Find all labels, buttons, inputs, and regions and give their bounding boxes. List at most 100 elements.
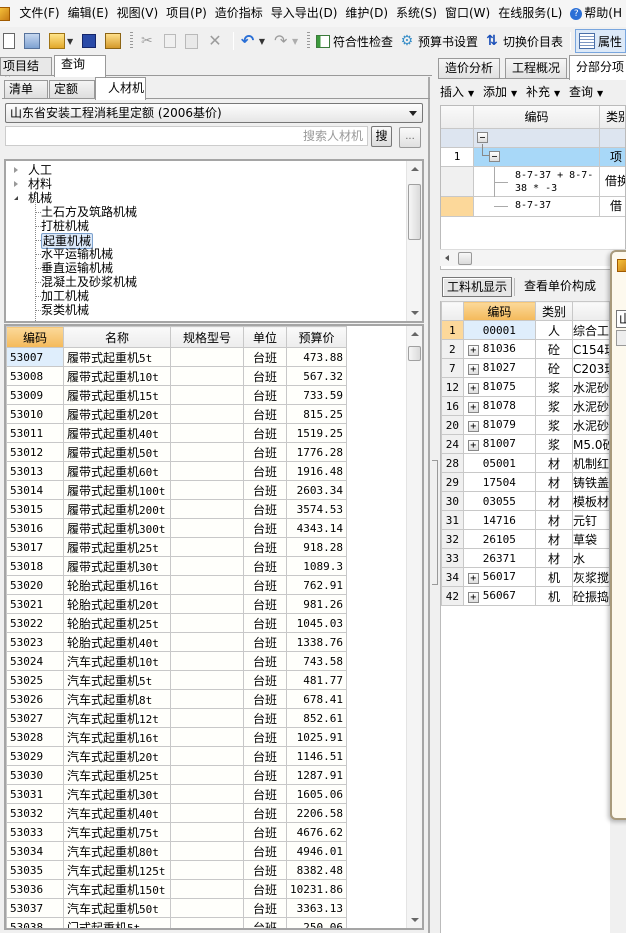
splitter-handle[interactable] (432, 460, 438, 585)
tab-project-structure[interactable]: 项目结构 (0, 57, 52, 90)
tree-scrollbar[interactable] (406, 161, 422, 321)
table-row[interactable]: 53012 履带式起重机50t 台班 1776.28 (6, 442, 347, 462)
table-row[interactable]: 31 14716 材元钉 (441, 510, 610, 530)
floating-combo[interactable]: 山 (616, 310, 626, 328)
col-unit[interactable]: 单位 (243, 326, 287, 348)
table-row[interactable]: 53015 履带式起重机200t 台班 3574.53 (6, 499, 347, 519)
collapse-icon[interactable] (477, 132, 488, 143)
more-options-button[interactable]: ... (399, 127, 421, 148)
menu-online-service[interactable]: 在线服务(L) (494, 0, 566, 27)
table-row[interactable]: 28 05001 材机制红 (441, 453, 610, 473)
compliance-check-button[interactable]: 符合性检查 (313, 29, 396, 53)
table-row[interactable]: 53032 汽车式起重机40t 台班 2206.58 (6, 803, 347, 823)
expand-plus-icon[interactable]: + (467, 345, 479, 356)
col-category[interactable]: 类别 (534, 301, 574, 321)
floating-window[interactable]: 山 (610, 250, 626, 820)
table-row[interactable]: 53018 履带式起重机30t 台班 1089.3 (6, 556, 347, 576)
expand-plus-icon[interactable]: + (467, 573, 479, 584)
table-row[interactable]: 53014 履带式起重机100t 台班 2603.34 (6, 480, 347, 500)
undo-button[interactable]: ↶ ▼ (238, 29, 271, 53)
table-row[interactable]: 30 03055 材模板材 (441, 491, 610, 511)
table-row[interactable]: 53030 汽车式起重机25t 台班 1287.91 (6, 765, 347, 785)
table-row[interactable]: 53033 汽车式起重机75t 台班 4676.62 (6, 822, 347, 842)
tab-cost-analysis[interactable]: 造价分析 (438, 58, 501, 79)
table-row[interactable]: 53034 汽车式起重机80t 台班 4946.01 (6, 841, 347, 861)
collapse-icon[interactable] (489, 151, 500, 162)
table-row[interactable]: 53025 汽车式起重机5t 台班 481.77 (6, 670, 347, 690)
query-dropdown-icon[interactable]: ▼ (597, 89, 603, 98)
table-row[interactable]: 20 +81079 浆水泥砂 (441, 415, 610, 435)
section-hscrollbar[interactable] (440, 249, 626, 266)
tab-query[interactable]: 查询 (54, 55, 106, 77)
new-project-button[interactable] (21, 29, 46, 53)
table-row[interactable]: 8-7-37 借 (441, 197, 625, 217)
table-row[interactable]: 34 +56017 机灰浆搅 (441, 567, 610, 587)
tab-sections[interactable]: 分部分项 (569, 55, 626, 80)
table-row[interactable]: 53029 汽车式起重机20t 台班 1146.51 (6, 746, 347, 766)
save-button[interactable] (79, 29, 102, 53)
table-row[interactable]: 33 26371 材水 (441, 548, 610, 568)
table-row[interactable]: 53022 轮胎式起重机25t 台班 1045.03 (6, 613, 347, 633)
table-row[interactable]: 53011 履带式起重机40t 台班 1519.25 (6, 423, 347, 443)
table-row[interactable]: 53024 汽车式起重机10t 台班 743.58 (6, 651, 347, 671)
table-row[interactable]: 2+81036砼C154现 (441, 339, 610, 359)
table-row[interactable]: 53027 汽车式起重机12t 台班 852.61 (6, 708, 347, 728)
table-row[interactable]: 53020 轮胎式起重机16t 台班 762.91 (6, 575, 347, 595)
menu-view[interactable]: 视图(V) (113, 0, 163, 27)
table-row[interactable]: 24+81007浆M5.0砂 (441, 434, 610, 454)
scroll-up-icon[interactable] (411, 167, 419, 171)
scroll-down-icon[interactable] (411, 311, 419, 315)
toolbar-grip[interactable] (130, 32, 133, 50)
table-row[interactable]: 53026 汽车式起重机8t 台班 678.41 (6, 689, 347, 709)
table-row[interactable]: 53037 汽车式起重机50t 台班 3363.13 (6, 898, 347, 918)
add-dropdown-icon[interactable]: ▼ (511, 89, 517, 98)
table-row[interactable]: 1 项 (441, 144, 625, 167)
tree-node[interactable]: 人工 (14, 163, 52, 177)
tree-node[interactable]: 机械 (14, 191, 52, 205)
tab-project-overview[interactable]: 工程概况 (505, 58, 568, 79)
menu-file[interactable]: 文件(F) (15, 0, 63, 27)
insert-menu[interactable]: 插入 (440, 85, 464, 99)
expand-plus-icon[interactable]: + (467, 364, 479, 375)
col-code[interactable]: 编码 (474, 106, 600, 128)
toolbar-grip[interactable] (307, 32, 310, 50)
col-code[interactable]: 编码 (462, 301, 536, 321)
collapsed-arrow-icon[interactable] (14, 167, 18, 173)
delete-button[interactable]: ✕ (204, 29, 229, 53)
table-row[interactable]: 53016 履带式起重机300t 台班 4343.14 (6, 518, 347, 538)
supplement-menu[interactable]: 补充 (526, 85, 550, 99)
redo-button[interactable]: ↷ ▼ (271, 29, 304, 53)
add-menu[interactable]: 添加 (483, 85, 507, 99)
scroll-down-icon[interactable] (411, 918, 419, 922)
col-code[interactable]: 编码 (6, 326, 64, 348)
menu-help[interactable]: ? 帮助(H (566, 0, 626, 27)
col-spec[interactable]: 规格型号 (170, 326, 244, 348)
table-row[interactable]: 42 +56067 机砼振捣 (441, 586, 610, 606)
menu-system[interactable]: 系统(S) (392, 0, 441, 27)
tab-lmm-display[interactable]: 工料机显示 (442, 277, 513, 297)
switch-price-list-button[interactable]: ⇅ 切换价目表 (481, 29, 566, 53)
floating-button[interactable] (616, 330, 626, 346)
table-row[interactable]: 53021 轮胎式起重机20t 台班 981.26 (6, 594, 347, 614)
scroll-thumb[interactable] (408, 184, 421, 240)
table-row[interactable]: 53007 履带式起重机5t 台班 473.88 (6, 347, 347, 367)
tab-unit-price-breakdown[interactable]: 查看单价构成 (520, 277, 600, 297)
query-menu[interactable]: 查询 (569, 85, 593, 99)
scroll-thumb[interactable] (458, 252, 472, 265)
col-name[interactable] (572, 301, 610, 321)
menu-maintenance[interactable]: 维护(D) (341, 0, 392, 27)
menu-edit[interactable]: 编辑(E) (64, 0, 113, 27)
redo-dropdown-icon[interactable]: ▼ (292, 37, 298, 46)
expanded-arrow-icon[interactable] (14, 196, 18, 200)
paste-button[interactable] (182, 29, 204, 53)
cut-button[interactable]: ✂ (136, 29, 161, 53)
collapsed-arrow-icon[interactable] (14, 181, 18, 187)
expand-plus-icon[interactable]: + (467, 402, 479, 413)
table-row[interactable]: 53009 履带式起重机15t 台班 733.59 (6, 385, 347, 405)
menu-cost-index[interactable]: 造价指标 (211, 0, 267, 27)
menu-import-export[interactable]: 导入导出(D) (267, 0, 342, 27)
expand-plus-icon[interactable]: + (467, 440, 479, 451)
properties-button[interactable]: 属性 (574, 29, 626, 53)
tree-node[interactable]: 材料 (14, 177, 52, 191)
folder-button[interactable] (102, 29, 127, 53)
